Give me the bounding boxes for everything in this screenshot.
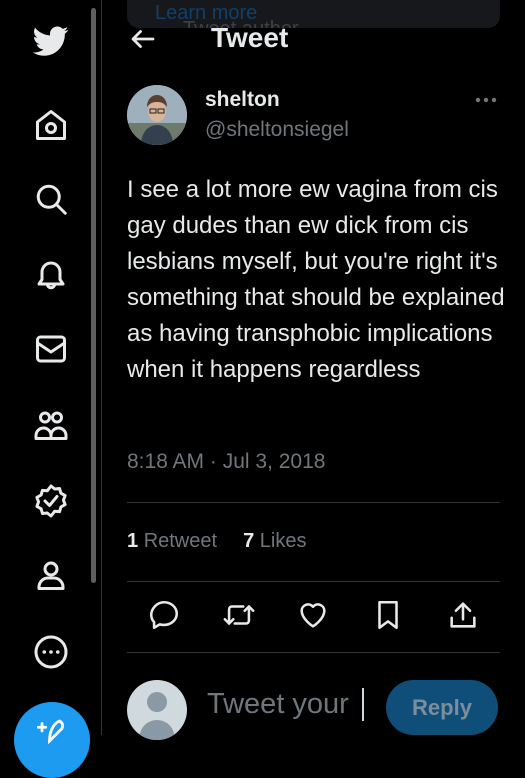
compose-icon [37,719,64,745]
mail-icon[interactable] [24,322,78,376]
communities-icon[interactable] [24,398,78,452]
author-name[interactable]: shelton [205,88,280,112]
user-avatar[interactable] [127,680,187,740]
retweets-stat[interactable]: 1 Retweet [127,530,217,552]
reply-action-button[interactable] [147,598,181,632]
bookmark-icon [378,600,398,630]
profile-icon[interactable] [24,548,78,602]
divider [127,502,500,503]
heart-icon [300,603,326,628]
retweet-label: Retweet [143,530,218,552]
reply-input[interactable]: Tweet your [207,688,364,721]
bell-icon[interactable] [24,248,78,302]
tweet-stats: 1 Retweet 7 Likes [127,530,306,553]
bookmark-action-button[interactable] [371,598,405,632]
tweet-text: I see a lot more ew vagina from cis gay … [127,176,505,383]
sidebar-scrollbar[interactable] [91,8,96,583]
twitter-logo-icon[interactable] [24,14,78,68]
search-icon[interactable] [24,172,78,226]
default-avatar-icon [139,692,175,740]
reply-icon [149,600,179,630]
home-icon[interactable] [24,98,78,152]
compose-tweet-button[interactable] [14,702,90,778]
verified-icon[interactable] [24,474,78,528]
sidebar-nav [0,0,101,778]
retweet-action-button[interactable] [222,598,256,632]
likes-stat[interactable]: 7 Likes [243,530,306,552]
author-avatar[interactable] [127,85,187,145]
divider [127,652,500,653]
more-options-icon[interactable] [474,92,498,108]
page-title: Tweet [211,22,289,53]
retweet-icon [223,605,255,625]
divider [127,581,500,582]
share-action-button[interactable] [446,598,480,632]
more-icon[interactable] [24,625,78,679]
like-count: 7 [243,530,255,552]
reply-button[interactable]: Reply [386,680,498,735]
tweet-author-notice: Tweet author Learn more [127,0,500,28]
like-label: Likes [259,530,307,552]
back-arrow-icon[interactable] [128,24,158,54]
author-handle[interactable]: @sheltonsiegel [205,118,349,142]
tweet-timestamp[interactable]: 8:18 AM · Jul 3, 2018 [127,450,325,474]
tweet-detail-column: Tweet author Learn more Tweet shelton @s… [102,0,525,740]
retweet-count: 1 [127,530,139,552]
share-icon [450,602,476,628]
like-action-button[interactable] [296,598,330,632]
